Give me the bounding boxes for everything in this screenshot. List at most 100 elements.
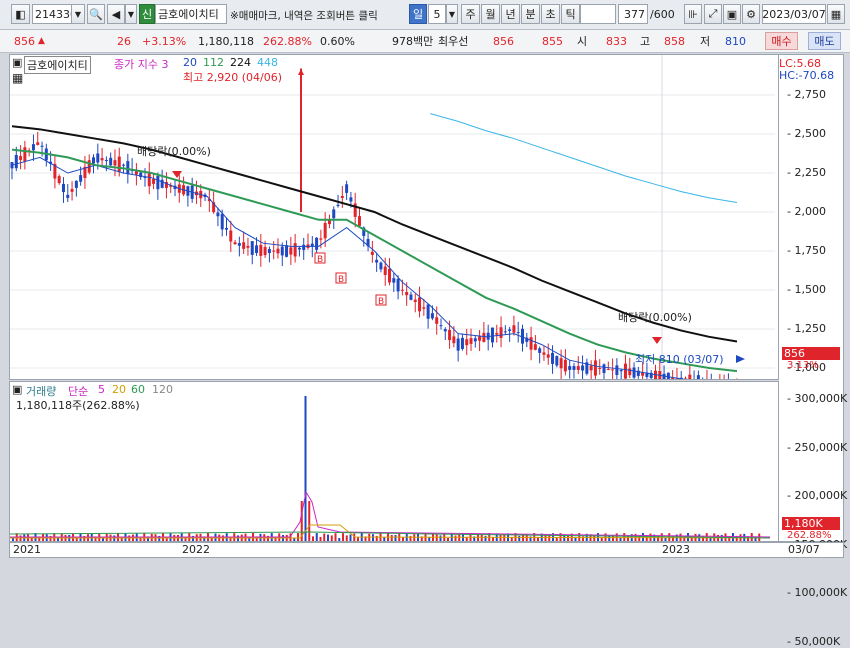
open-price: 833 <box>606 33 627 49</box>
price-change: 26 <box>117 33 131 49</box>
base-date-input[interactable]: 2023/03/07 <box>762 4 826 24</box>
volume-axis-tick: - 200,000K <box>787 489 847 502</box>
max-price-label: 최고 2,920 (04/06) <box>183 69 282 85</box>
new-listing-badge: 신 <box>139 4 155 24</box>
chart-toolbar: ◧ 214330 ▼ 🔍 ◀ ▼ 신 금호에이치티 ※매매마크, 내역은 조회버… <box>0 0 850 30</box>
volume-bar <box>597 533 599 541</box>
search-icon[interactable]: 🔍 <box>87 4 105 24</box>
candle-body <box>238 243 241 246</box>
candle-body <box>611 369 614 370</box>
volume-bar <box>548 535 550 541</box>
candle-body <box>439 325 442 326</box>
period-minute-tab[interactable]: 분 <box>521 4 540 24</box>
candle-body <box>568 366 571 370</box>
period-dropdown-icon[interactable]: ▼ <box>446 4 458 24</box>
current-price-tag: 856 <box>782 347 840 360</box>
volume-bar <box>436 535 438 541</box>
buy-button[interactable]: 매수 <box>765 32 798 50</box>
volume-bar <box>308 501 310 541</box>
sell-button[interactable]: 매도 <box>808 32 841 50</box>
candle-body <box>572 366 575 370</box>
price-legend-name: 금호에이치티 <box>24 56 91 74</box>
candle-body <box>547 354 550 357</box>
candle-body <box>75 181 78 188</box>
x-label-2023: 2023 <box>662 543 690 556</box>
candle-body <box>285 245 288 257</box>
x-label-2021: 2021 <box>13 543 41 556</box>
trade-volume: 1,180,118 <box>198 33 254 49</box>
data-count-input[interactable]: 377 <box>618 4 648 24</box>
panel-toggle-icon[interactable]: ◧ <box>11 4 30 24</box>
hc-label: HC:-70.68 <box>779 69 834 82</box>
candle-body <box>105 160 108 161</box>
candle-body <box>92 157 95 163</box>
period-second-tab[interactable]: 초 <box>541 4 560 24</box>
candle-body <box>319 238 322 239</box>
current-pct-tag: 3.13% <box>787 360 819 371</box>
tick-value-input[interactable] <box>580 4 616 24</box>
volume-bar <box>357 537 359 541</box>
speaker-icon[interactable]: ◀ <box>107 4 125 24</box>
vol-ma120-legend: 120 <box>152 383 173 396</box>
candle-body <box>491 328 494 343</box>
price-chart-panel[interactable]: BBB ▣ 금호에이치티 종가 지수 3 20 112 224 448 ▦ 최고… <box>9 54 779 380</box>
candle-body <box>62 184 65 192</box>
table-view-icon[interactable]: ▦ <box>12 71 23 85</box>
candle-body <box>96 153 99 162</box>
ma20-legend: 20 <box>183 56 197 69</box>
candle-body <box>225 228 228 230</box>
best-ask: 856 <box>493 33 514 49</box>
period-year-tab[interactable]: 년 <box>501 4 520 24</box>
ma-line-20 <box>12 157 737 379</box>
trade-amount: 978백만 <box>392 33 433 49</box>
candle-body <box>478 336 481 340</box>
candle-body <box>66 195 69 198</box>
gear-icon[interactable]: ⚙ <box>742 4 760 24</box>
ma448-legend: 448 <box>257 56 278 69</box>
ex-dividend-label-2: 배당락(0.00%) <box>618 309 692 325</box>
candle-body <box>371 252 374 255</box>
period-week-tab[interactable]: 주 <box>461 4 480 24</box>
volume-bar <box>297 533 299 541</box>
save-icon[interactable]: ▣ <box>723 4 741 24</box>
candle-type-icon[interactable]: ⊪ <box>684 4 702 24</box>
candle-body <box>603 364 606 373</box>
stock-code-input[interactable]: 214330 <box>32 4 72 24</box>
candle-body <box>538 348 541 353</box>
period-tick-tab[interactable]: 틱 <box>561 4 580 24</box>
candle-body <box>461 338 464 349</box>
period-month-tab[interactable]: 월 <box>481 4 500 24</box>
volume-bar <box>638 536 640 541</box>
speaker-dropdown-icon[interactable]: ▼ <box>125 4 137 24</box>
price-legend-type: 종가 지수 3 <box>114 56 168 72</box>
candle-body <box>422 307 425 308</box>
volume-bar <box>335 533 337 541</box>
date-axis: 2021 2022 2023 03/07 <box>9 542 844 558</box>
candle-body <box>409 295 412 300</box>
candle-body <box>504 331 507 332</box>
vol-ma5-legend: 5 <box>98 383 105 396</box>
candle-body <box>470 338 473 344</box>
ma224-legend: 224 <box>230 56 251 69</box>
calendar-icon[interactable]: ▦ <box>827 4 845 24</box>
candle-body <box>448 330 451 340</box>
candle-body <box>101 158 104 160</box>
code-dropdown-icon[interactable]: ▼ <box>71 4 85 24</box>
period-day-tab[interactable]: 일 <box>409 4 427 24</box>
dividend-arrow-2 <box>652 337 662 344</box>
candle-body <box>457 339 460 351</box>
volume-bar <box>511 537 513 541</box>
candle-body <box>397 279 400 291</box>
line-tool-icon[interactable]: ⤢ <box>704 4 722 24</box>
turnover-rate: 0.60% <box>320 33 355 49</box>
candle-body <box>534 344 537 350</box>
candle-body <box>148 173 151 186</box>
period-number-input[interactable]: 5 <box>428 4 446 24</box>
candle-body <box>109 158 112 166</box>
candle-body <box>517 332 520 333</box>
min-price-label: 최저 810 (03/07) <box>635 351 724 367</box>
volume-bar <box>500 535 502 541</box>
volume-chart-panel[interactable]: ▣ 거래량 단순 5 20 60 120 1,180,118주(262.88%) <box>9 381 779 542</box>
candle-body <box>289 247 292 254</box>
buy-signal-letter: B <box>317 255 323 265</box>
